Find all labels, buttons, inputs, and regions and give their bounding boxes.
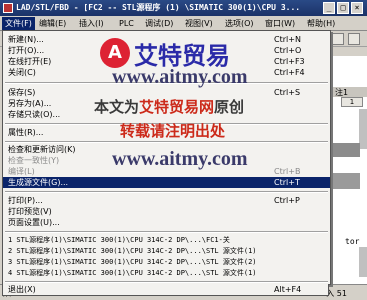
editor-text: tor bbox=[345, 237, 360, 246]
menu-edit[interactable]: 编辑(E) bbox=[36, 17, 69, 30]
menu-options[interactable]: 选项(O) bbox=[222, 17, 257, 30]
close-button[interactable]: × bbox=[351, 2, 363, 14]
menu-item-check-update-access[interactable]: 检查和更新访问(K) bbox=[3, 144, 330, 155]
app-icon bbox=[3, 3, 13, 13]
menu-item-close[interactable]: 关闭(C) Ctrl+F4 bbox=[3, 67, 330, 78]
menu-item-new[interactable]: 新建(N)... Ctrl+N bbox=[3, 34, 330, 45]
menu-help[interactable]: 帮助(H) bbox=[304, 17, 338, 30]
menu-item-open-online[interactable]: 在线打开(E) Ctrl+F3 bbox=[3, 56, 330, 67]
menu-separator bbox=[5, 141, 328, 143]
toolbar-button[interactable] bbox=[348, 33, 360, 45]
minimize-button[interactable]: _ bbox=[323, 2, 335, 14]
menu-item-check-consistency[interactable]: 检查一致性(Y) bbox=[3, 155, 330, 166]
menu-insert[interactable]: 插入(I) bbox=[76, 17, 107, 30]
menu-item-exit[interactable]: 退出(X) Alt+F4 bbox=[2, 284, 329, 296]
scrollbar[interactable] bbox=[359, 247, 367, 277]
menu-item-save-as[interactable]: 另存为(A)... bbox=[3, 98, 330, 109]
menu-item-save[interactable]: 保存(S) Ctrl+S bbox=[3, 87, 330, 98]
menu-item-recent-file[interactable]: 3 STL源程序(1)\SIMATIC 300(1)\CPU 314C-2 DP… bbox=[3, 257, 330, 268]
menu-item-save-read-only[interactable]: 存储只读(O)... bbox=[3, 109, 330, 120]
menu-separator bbox=[5, 191, 328, 193]
title-bar: LAD/STL/FBD - [FC2 -- STL源程序 (1) \SIMATI… bbox=[0, 0, 367, 16]
menu-separator bbox=[5, 123, 328, 125]
window-title: LAD/STL/FBD - [FC2 -- STL源程序 (1) \SIMATI… bbox=[16, 3, 301, 12]
menu-item-recent-file[interactable]: 4 STL源程序(1)\SIMATIC 300(1)\CPU 314C-2 DP… bbox=[3, 268, 330, 279]
menu-view[interactable]: 视图(V) bbox=[182, 17, 216, 30]
menu-item-compile[interactable]: 编译(L) Ctrl+B bbox=[3, 166, 330, 177]
menu-item-properties[interactable]: 属性(R)... bbox=[3, 127, 330, 138]
menu-item-page-setup[interactable]: 页面设置(U)... bbox=[3, 217, 330, 228]
scrollbar[interactable] bbox=[359, 109, 367, 149]
menu-item-recent-file[interactable]: 1 STL源程序(1)\SIMATIC 300(1)\CPU 314C-2 DP… bbox=[3, 235, 330, 246]
menu-item-open[interactable]: 打开(O)... Ctrl+O bbox=[3, 45, 330, 56]
maximize-button[interactable]: □ bbox=[337, 2, 349, 14]
menu-bar: 文件(F) 编辑(E) 插入(I) PLC 调试(D) 视图(V) 选项(O) … bbox=[0, 16, 367, 31]
menu-item-generate-source[interactable]: 生成源文件(G)... Ctrl+T bbox=[3, 177, 330, 188]
toolbar-button[interactable] bbox=[332, 33, 344, 45]
menu-debug[interactable]: 调试(D) bbox=[142, 17, 176, 30]
menu-separator bbox=[5, 231, 328, 233]
menu-item-print-preview[interactable]: 打印预览(V) bbox=[3, 206, 330, 217]
menu-window[interactable]: 窗口(W) bbox=[262, 17, 298, 30]
editor-tab[interactable]: 1 bbox=[341, 97, 363, 107]
status-position: 入 51 bbox=[326, 289, 347, 298]
menu-file[interactable]: 文件(F) bbox=[2, 17, 35, 30]
menu-separator bbox=[5, 281, 328, 283]
file-menu-dropdown: 新建(N)... Ctrl+N 打开(O)... Ctrl+O 在线打开(E) Ctr… bbox=[2, 30, 331, 285]
menu-plc[interactable]: PLC bbox=[116, 17, 137, 30]
menu-item-print[interactable]: 打印(P)... Ctrl+P bbox=[3, 195, 330, 206]
menu-separator bbox=[5, 82, 328, 84]
menu-item-recent-file[interactable]: 2 STL源程序(1)\SIMATIC 300(1)\CPU 314C-2 DP… bbox=[3, 246, 330, 257]
